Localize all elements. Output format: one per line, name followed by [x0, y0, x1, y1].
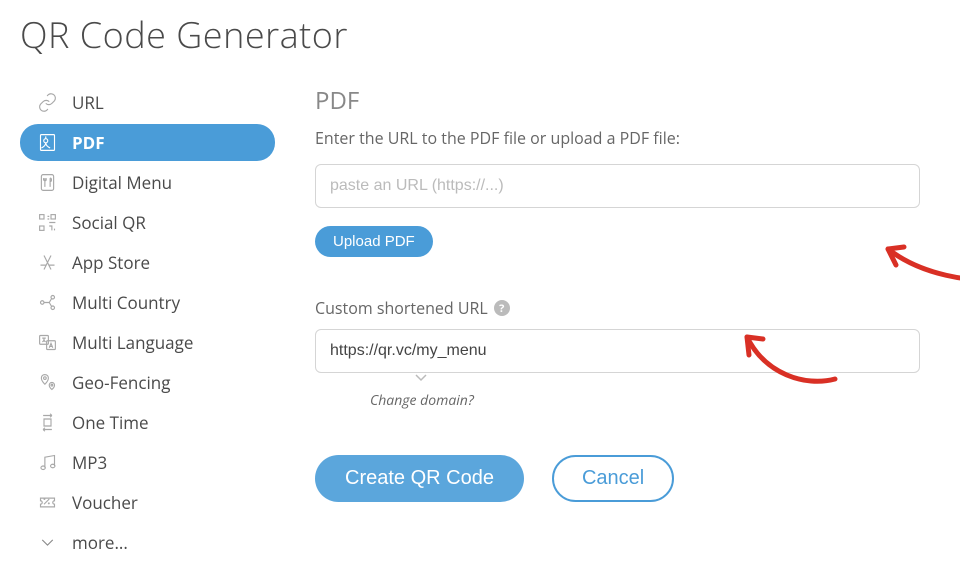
- multilanguage-icon: [36, 332, 58, 354]
- sidebar: URL PDF Digital Menu Social QR: [20, 84, 275, 564]
- section-title: PDF: [315, 84, 920, 117]
- sidebar-item-one-time[interactable]: One Time: [20, 404, 275, 441]
- annotation-arrow-1: [880, 229, 960, 289]
- sidebar-item-social-qr[interactable]: Social QR: [20, 204, 275, 241]
- sidebar-item-app-store[interactable]: App Store: [20, 244, 275, 281]
- sidebar-item-voucher[interactable]: Voucher: [20, 484, 275, 521]
- create-qr-button[interactable]: Create QR Code: [315, 455, 524, 502]
- pdf-url-input[interactable]: [315, 164, 920, 208]
- sidebar-item-geo-fencing[interactable]: Geo-Fencing: [20, 364, 275, 401]
- change-domain-link[interactable]: Change domain?: [370, 391, 474, 410]
- social-icon: [36, 212, 58, 234]
- sidebar-item-multi-language[interactable]: Multi Language: [20, 324, 275, 361]
- page-title: QR Code Generator: [20, 10, 940, 59]
- cancel-button[interactable]: Cancel: [552, 455, 674, 502]
- sidebar-item-mp3[interactable]: MP3: [20, 444, 275, 481]
- sidebar-item-more[interactable]: more...: [20, 524, 275, 561]
- upload-pdf-button[interactable]: Upload PDF: [315, 226, 433, 257]
- sidebar-item-url[interactable]: URL: [20, 84, 275, 121]
- multicountry-icon: [36, 292, 58, 314]
- sidebar-item-digital-menu[interactable]: Digital Menu: [20, 164, 275, 201]
- sidebar-item-label: MP3: [72, 451, 107, 474]
- menu-icon: [36, 172, 58, 194]
- sidebar-item-label: App Store: [72, 251, 150, 274]
- helper-text: Enter the URL to the PDF file or upload …: [315, 127, 920, 149]
- main-panel: PDF Enter the URL to the PDF file or upl…: [315, 84, 940, 564]
- sidebar-item-label: Digital Menu: [72, 171, 172, 194]
- sidebar-item-label: Multi Language: [72, 331, 193, 354]
- pdf-icon: [36, 132, 58, 154]
- geofencing-icon: [36, 372, 58, 394]
- voucher-icon: [36, 492, 58, 514]
- sidebar-item-label: One Time: [72, 411, 149, 434]
- sidebar-item-multi-country[interactable]: Multi Country: [20, 284, 275, 321]
- sidebar-item-pdf[interactable]: PDF: [20, 124, 275, 161]
- custom-url-label-text: Custom shortened URL: [315, 297, 488, 319]
- link-icon: [36, 92, 58, 114]
- sidebar-item-label: Multi Country: [72, 291, 180, 314]
- sidebar-item-label: Social QR: [72, 211, 146, 234]
- help-icon[interactable]: ?: [494, 300, 510, 316]
- chevron-down-icon: [36, 532, 58, 554]
- custom-url-input[interactable]: [315, 329, 920, 373]
- caret-marker: [415, 371, 920, 385]
- sidebar-item-label: more...: [72, 531, 128, 554]
- sidebar-item-label: PDF: [72, 131, 105, 154]
- mp3-icon: [36, 452, 58, 474]
- sidebar-item-label: URL: [72, 91, 104, 114]
- onetime-icon: [36, 412, 58, 434]
- sidebar-item-label: Geo-Fencing: [72, 371, 170, 394]
- sidebar-item-label: Voucher: [72, 491, 138, 514]
- appstore-icon: [36, 252, 58, 274]
- custom-url-label: Custom shortened URL ?: [315, 297, 920, 319]
